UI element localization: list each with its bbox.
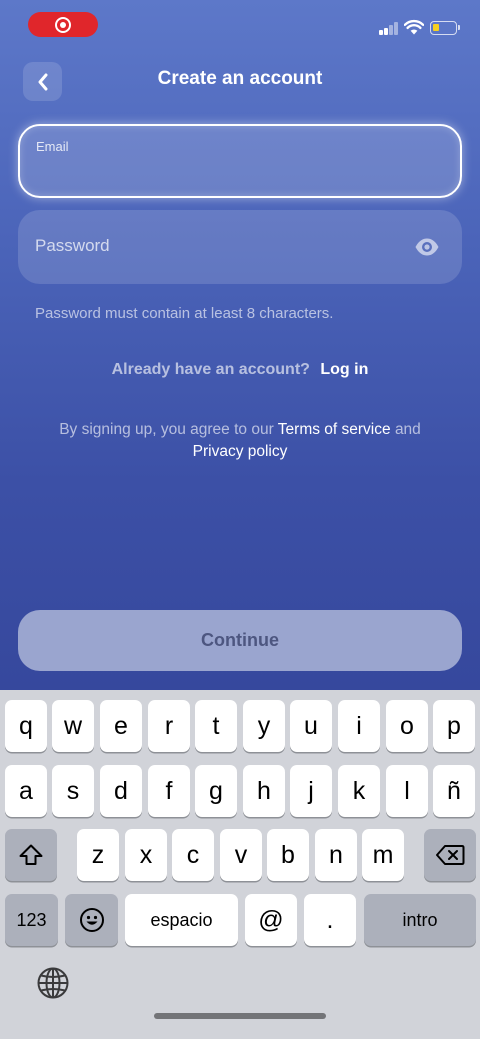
- keyboard: q w e r t y u i o p a s d f g h j k l ñ …: [0, 690, 480, 1039]
- password-field[interactable]: Password: [18, 210, 462, 284]
- key-d[interactable]: d: [100, 765, 142, 817]
- key-j[interactable]: j: [290, 765, 332, 817]
- key-v[interactable]: v: [220, 829, 262, 881]
- login-link[interactable]: Log in: [320, 361, 368, 378]
- globe-icon[interactable]: [36, 966, 70, 1000]
- key-b[interactable]: b: [267, 829, 309, 881]
- space-key[interactable]: espacio: [125, 894, 238, 946]
- key-x[interactable]: x: [125, 829, 167, 881]
- terms-of-service-link[interactable]: Terms of service: [278, 421, 391, 438]
- login-prompt: Already have an account? Log in: [0, 361, 480, 379]
- key-r[interactable]: r: [148, 700, 190, 752]
- cellular-signal-icon: [379, 22, 399, 35]
- battery-icon: [430, 21, 460, 35]
- key-i[interactable]: i: [338, 700, 380, 752]
- key-u[interactable]: u: [290, 700, 332, 752]
- period-key[interactable]: .: [304, 894, 356, 946]
- key-z[interactable]: z: [77, 829, 119, 881]
- key-n[interactable]: n: [315, 829, 357, 881]
- at-key[interactable]: @: [245, 894, 297, 946]
- continue-button[interactable]: Continue: [18, 610, 462, 671]
- email-label: Email: [36, 139, 69, 154]
- wifi-icon: [404, 19, 424, 35]
- shift-icon: [19, 844, 43, 865]
- key-o[interactable]: o: [386, 700, 428, 752]
- key-f[interactable]: f: [148, 765, 190, 817]
- terms-conjunction: and: [394, 421, 421, 438]
- key-c[interactable]: c: [172, 829, 214, 881]
- key-s[interactable]: s: [52, 765, 94, 817]
- key-h[interactable]: h: [243, 765, 285, 817]
- key-g[interactable]: g: [195, 765, 237, 817]
- backspace-icon: [436, 845, 465, 865]
- delete-key[interactable]: [424, 829, 476, 881]
- password-hint: Password must contain at least 8 charact…: [35, 305, 334, 322]
- return-key[interactable]: intro: [364, 894, 476, 946]
- home-indicator[interactable]: [154, 1013, 326, 1019]
- login-question: Already have an account?: [111, 361, 310, 378]
- key-q[interactable]: q: [5, 700, 47, 752]
- signup-screen: Create an account Email Password Passwor…: [0, 0, 480, 690]
- record-icon: [55, 16, 71, 33]
- key-l[interactable]: l: [386, 765, 428, 817]
- key-m[interactable]: m: [362, 829, 404, 881]
- screen-recording-indicator[interactable]: [28, 12, 98, 37]
- key-p[interactable]: p: [433, 700, 475, 752]
- status-bar: [0, 0, 480, 50]
- numbers-key[interactable]: 123: [5, 894, 58, 946]
- page-title: Create an account: [157, 68, 323, 89]
- eye-icon[interactable]: [414, 234, 440, 260]
- email-field[interactable]: Email: [18, 124, 462, 198]
- key-enye[interactable]: ñ: [433, 765, 475, 817]
- key-k[interactable]: k: [338, 765, 380, 817]
- key-a[interactable]: a: [5, 765, 47, 817]
- emoji-key[interactable]: [65, 894, 118, 946]
- terms-prefix: By signing up, you agree to our: [59, 421, 274, 438]
- key-e[interactable]: e: [100, 700, 142, 752]
- key-t[interactable]: t: [195, 700, 237, 752]
- shift-key[interactable]: [5, 829, 57, 881]
- password-placeholder: Password: [35, 236, 110, 255]
- key-w[interactable]: w: [52, 700, 94, 752]
- privacy-policy-link[interactable]: Privacy policy: [193, 443, 288, 460]
- key-y[interactable]: y: [243, 700, 285, 752]
- emoji-icon: [79, 908, 104, 932]
- terms-notice: By signing up, you agree to our Terms of…: [40, 419, 440, 463]
